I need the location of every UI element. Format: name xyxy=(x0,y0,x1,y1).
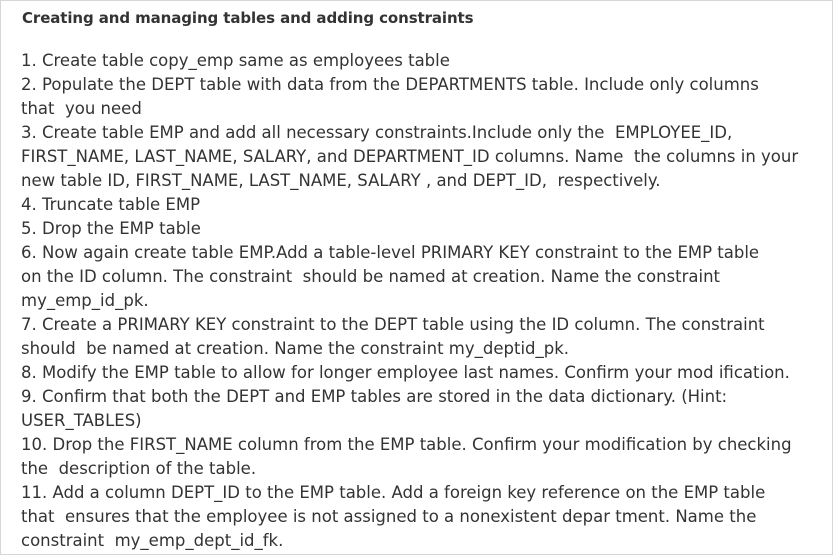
text-line: constraint my_emp_dept_id_fk. xyxy=(21,531,284,550)
text-line: 7. Create a PRIMARY KEY constraint to th… xyxy=(21,315,765,334)
text-line: that you need xyxy=(21,99,142,118)
text-line: on the ID column. The constraint should … xyxy=(21,267,720,286)
text-line: 11. Add a column DEPT_ID to the EMP tabl… xyxy=(21,483,766,502)
text-line: my_emp_id_pk. xyxy=(21,291,149,310)
text-line: 4. Truncate table EMP xyxy=(21,195,201,214)
text-line: new table ID, FIRST_NAME, LAST_NAME, SAL… xyxy=(21,171,661,190)
text-line: 3. Create table EMP and add all necessar… xyxy=(21,123,733,142)
text-line: should be named at creation. Name the co… xyxy=(21,339,570,358)
text-line: that ensures that the employee is not as… xyxy=(21,507,757,526)
text-line: FIRST_NAME, LAST_NAME, SALARY, and DEPAR… xyxy=(21,147,799,166)
text-line: 5. Drop the EMP table xyxy=(21,219,201,238)
text-line: 9. Confirm that both the DEPT and EMP ta… xyxy=(21,387,728,406)
text-line: the description of the table. xyxy=(21,459,257,478)
document-page: Creating and managing tables and adding … xyxy=(0,0,833,555)
exercise-list: 1. Create table copy_emp same as employe… xyxy=(21,49,798,553)
text-line: 1. Create table copy_emp same as employe… xyxy=(21,51,450,70)
text-line: 8. Modify the EMP table to allow for lon… xyxy=(21,363,790,382)
text-line: 2. Populate the DEPT table with data fro… xyxy=(21,75,759,94)
document-title: Creating and managing tables and adding … xyxy=(22,9,474,27)
text-line: 10. Drop the FIRST_NAME column from the … xyxy=(21,435,792,454)
text-line: 6. Now again create table EMP.Add a tabl… xyxy=(21,243,760,262)
text-line: USER_TABLES) xyxy=(21,411,142,430)
